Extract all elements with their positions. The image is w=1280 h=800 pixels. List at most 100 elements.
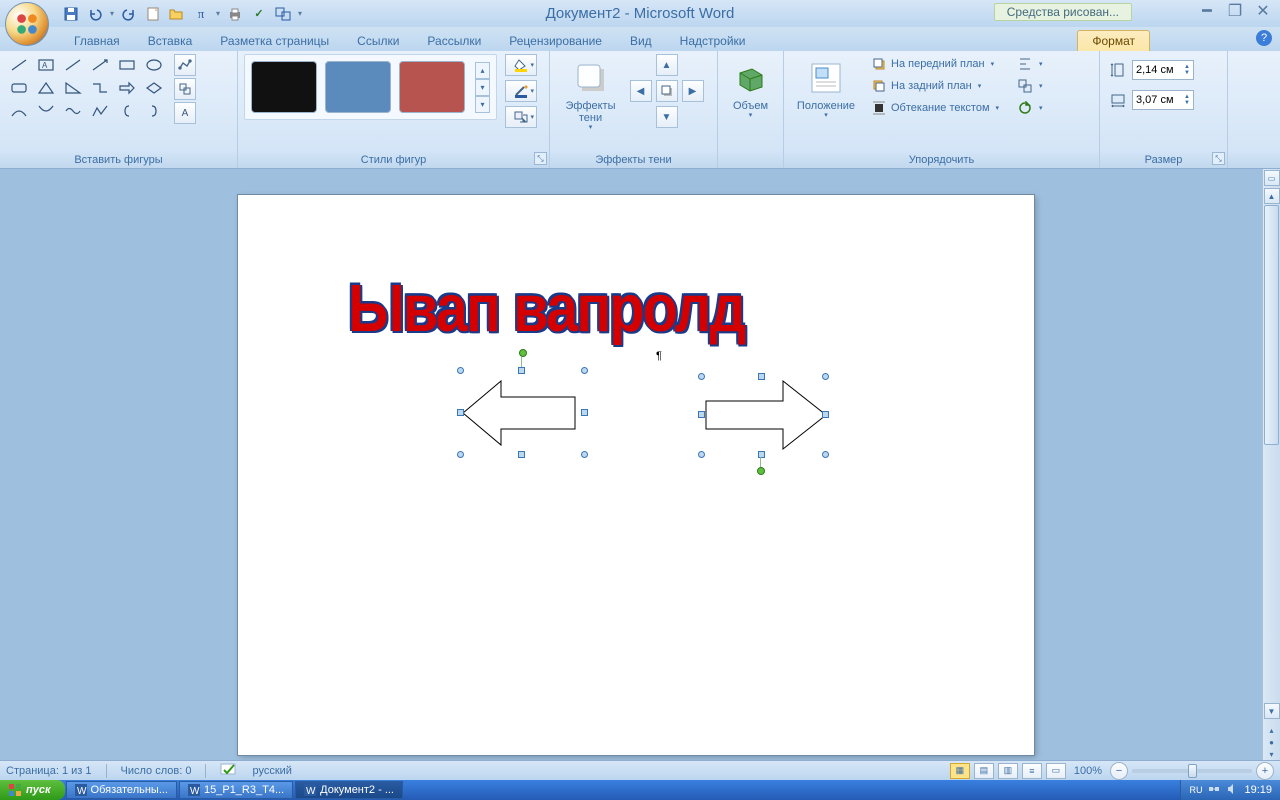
view-draft[interactable]: ▭ (1046, 763, 1066, 779)
wordart-text[interactable]: Ывап вапролд (348, 270, 744, 347)
position-button[interactable]: Положение ▾ (790, 54, 862, 125)
vertical-scrollbar[interactable]: ▭ ▲ ▼ ▴ ● ▾ (1262, 169, 1280, 760)
shape-oval[interactable] (141, 54, 167, 76)
tab-view[interactable]: Вид (616, 31, 666, 51)
new-icon[interactable] (143, 4, 163, 24)
shape-brace-l[interactable] (114, 100, 140, 122)
shape-left-arrow[interactable] (453, 363, 593, 463)
style-more[interactable]: ▾ (475, 96, 490, 113)
scroll-up[interactable]: ▲ (1264, 188, 1280, 204)
tray-vol-icon[interactable] (1226, 783, 1238, 798)
shape-brace-r[interactable] (141, 100, 167, 122)
qat-dd2[interactable]: ▾ (215, 9, 221, 18)
equation-icon[interactable]: π (191, 4, 211, 24)
width-input[interactable]: 3,07 см▲▼ (1132, 90, 1194, 110)
shadow-left[interactable]: ◀ (630, 80, 652, 102)
maximize-button[interactable]: ❐ (1224, 2, 1246, 20)
shadow-toggle[interactable] (656, 80, 678, 102)
status-lang[interactable]: русский (252, 765, 291, 777)
shape-roundrect[interactable] (6, 77, 32, 99)
change-shape-button[interactable]: ▾ (505, 106, 537, 128)
tray-net-icon[interactable] (1208, 783, 1220, 798)
status-words[interactable]: Число слов: 0 (121, 765, 192, 777)
style-black[interactable] (251, 61, 317, 113)
text-box-icon[interactable]: A (174, 102, 196, 124)
spelling-icon[interactable]: ✓ (249, 4, 269, 24)
shadow-up[interactable]: ▲ (656, 54, 678, 76)
shape-outline-button[interactable]: ▾ (505, 80, 537, 102)
shape-fill-button[interactable]: ▾ (505, 54, 537, 76)
browse-object[interactable]: ● (1264, 736, 1280, 748)
zoom-value[interactable]: 100% (1074, 765, 1102, 777)
shape-diamond[interactable] (141, 77, 167, 99)
group-button[interactable]: ▾ (1012, 76, 1048, 96)
style-red[interactable] (399, 61, 465, 113)
ruler-toggle[interactable]: ▭ (1264, 170, 1280, 186)
rotate-button[interactable]: ▾ (1012, 98, 1048, 118)
tab-insert[interactable]: Вставка (134, 31, 207, 51)
zoom-slider[interactable] (1132, 769, 1252, 773)
shape-freeform[interactable] (87, 100, 113, 122)
task-item-3[interactable]: WДокумент2 - ... (295, 781, 403, 799)
zoom-thumb[interactable] (1188, 764, 1197, 778)
shadow-down[interactable]: ▼ (656, 106, 678, 128)
styles-launcher[interactable]: ⤡ (534, 152, 547, 165)
tray-time[interactable]: 19:19 (1244, 784, 1272, 796)
shape-line[interactable] (6, 54, 32, 76)
tab-refs[interactable]: Ссылки (343, 31, 413, 51)
qat-dropdown[interactable]: ▾ (109, 9, 115, 18)
send-back[interactable]: На задний план▾ (866, 76, 1004, 96)
open-icon[interactable] (167, 4, 187, 24)
office-button[interactable] (5, 2, 49, 46)
zoom-out[interactable]: − (1110, 762, 1128, 780)
height-input[interactable]: 2,14 см▲▼ (1132, 60, 1194, 80)
bring-front[interactable]: На передний план▾ (866, 54, 1004, 74)
shape-triangle[interactable] (33, 77, 59, 99)
shape-rtriangle[interactable] (60, 77, 86, 99)
shape-arrow-line[interactable] (87, 54, 113, 76)
shape-elbow[interactable] (87, 77, 113, 99)
task-item-1[interactable]: WОбязательны... (66, 781, 177, 799)
start-button[interactable]: пуск (0, 780, 65, 800)
close-button[interactable]: ✕ (1252, 2, 1274, 20)
style-down[interactable]: ▾ (475, 79, 490, 96)
view-web[interactable]: ▥ (998, 763, 1018, 779)
tab-review[interactable]: Рецензирование (495, 31, 616, 51)
view-reading[interactable]: ▤ (974, 763, 994, 779)
shape-curve1[interactable] (6, 100, 32, 122)
shape-rect[interactable] (114, 54, 140, 76)
view-outline[interactable]: ≡ (1022, 763, 1042, 779)
shape-curve2[interactable] (33, 100, 59, 122)
shape-line2[interactable] (60, 54, 86, 76)
tray-lang[interactable]: RU (1189, 785, 1202, 795)
style-blue[interactable] (325, 61, 391, 113)
print-icon[interactable] (225, 4, 245, 24)
qat-more[interactable]: ▾ (297, 9, 303, 18)
task-item-2[interactable]: W15_P1_R3_T4... (179, 781, 293, 799)
shapes-more-icon[interactable] (174, 78, 196, 100)
view-print-layout[interactable]: ▦ (950, 763, 970, 779)
shape-arrow-right[interactable] (114, 77, 140, 99)
save-icon[interactable] (61, 4, 81, 24)
status-page[interactable]: Страница: 1 из 1 (6, 765, 92, 777)
size-launcher[interactable]: ⤡ (1212, 152, 1225, 165)
page[interactable]: Ывап вапролд ¶ (238, 195, 1034, 755)
redo-icon[interactable] (119, 4, 139, 24)
3d-button[interactable]: Объем ▾ (724, 54, 777, 125)
spelling-status-icon[interactable] (220, 762, 238, 779)
scroll-thumb[interactable] (1264, 205, 1279, 445)
zoom-in[interactable]: + (1256, 762, 1274, 780)
shape-right-arrow[interactable] (688, 363, 838, 473)
scroll-down[interactable]: ▼ (1264, 703, 1280, 719)
tab-format[interactable]: Формат (1077, 30, 1150, 51)
style-up[interactable]: ▴ (475, 62, 490, 79)
shadow-right[interactable]: ▶ (682, 80, 704, 102)
tab-home[interactable]: Главная (60, 31, 134, 51)
tab-addins[interactable]: Надстройки (666, 31, 760, 51)
undo-icon[interactable] (85, 4, 105, 24)
shape-textbox[interactable]: A (33, 54, 59, 76)
tab-mail[interactable]: Рассылки (413, 31, 495, 51)
group-icon[interactable] (273, 4, 293, 24)
next-page[interactable]: ▾ (1264, 748, 1280, 760)
tab-layout[interactable]: Разметка страницы (206, 31, 343, 51)
